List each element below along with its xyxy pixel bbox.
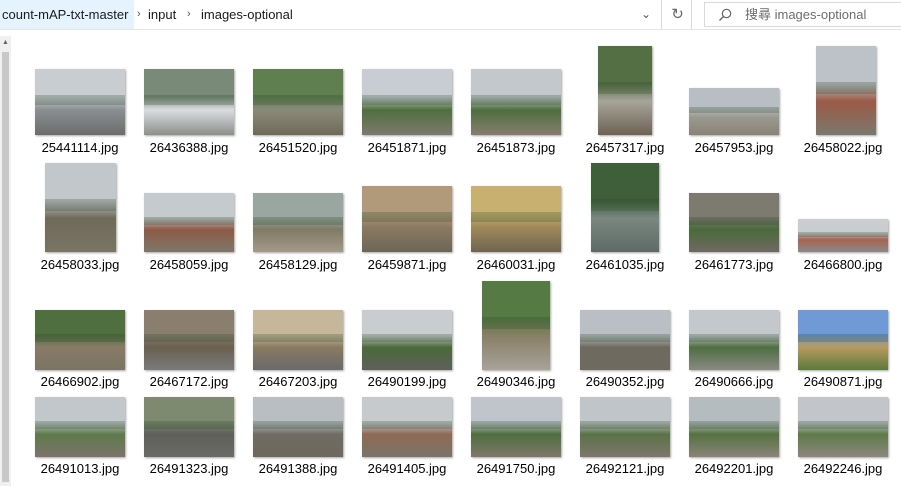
file-thumbnail[interactable] bbox=[580, 310, 670, 370]
file-thumbnail[interactable] bbox=[253, 310, 343, 370]
file-name[interactable]: 26458033.jpg bbox=[26, 257, 134, 272]
breadcrumb-separator-icon[interactable]: › bbox=[137, 0, 141, 29]
file-thumbnail[interactable] bbox=[362, 310, 452, 370]
file-thumbnail[interactable] bbox=[471, 69, 561, 135]
file-name[interactable]: 26467203.jpg bbox=[244, 374, 352, 389]
file-name[interactable]: 26491750.jpg bbox=[462, 461, 570, 476]
file-name[interactable]: 26461773.jpg bbox=[680, 257, 788, 272]
breadcrumb-separator-icon[interactable]: › bbox=[187, 0, 191, 29]
search-icon bbox=[719, 8, 732, 21]
file-thumbnail[interactable] bbox=[35, 397, 125, 457]
file-name[interactable]: 26460031.jpg bbox=[462, 257, 570, 272]
file-name[interactable]: 26492121.jpg bbox=[571, 461, 679, 476]
file-name[interactable]: 26436388.jpg bbox=[135, 140, 243, 155]
file-name[interactable]: 26491323.jpg bbox=[135, 461, 243, 476]
file-thumbnail[interactable] bbox=[689, 193, 779, 252]
file-thumbnail[interactable] bbox=[482, 281, 550, 370]
file-thumbnail[interactable] bbox=[362, 186, 452, 252]
breadcrumb-item-input[interactable]: input bbox=[148, 0, 176, 29]
file-name[interactable]: 26490352.jpg bbox=[571, 374, 679, 389]
file-thumbnail[interactable] bbox=[798, 219, 888, 252]
file-name[interactable]: 26490666.jpg bbox=[680, 374, 788, 389]
file-thumbnail[interactable] bbox=[471, 397, 561, 457]
file-name[interactable]: 26466902.jpg bbox=[26, 374, 134, 389]
file-thumbnail[interactable] bbox=[144, 69, 234, 135]
file-name[interactable]: 26457953.jpg bbox=[680, 140, 788, 155]
file-name[interactable]: 26492246.jpg bbox=[789, 461, 897, 476]
vertical-scrollbar[interactable]: ▲ bbox=[0, 36, 11, 486]
file-name[interactable]: 26490871.jpg bbox=[789, 374, 897, 389]
breadcrumb-item-count-mAP-txt-master[interactable]: count-mAP-txt-master bbox=[0, 0, 135, 29]
file-thumbnail[interactable] bbox=[816, 46, 876, 135]
breadcrumb[interactable]: count-mAP-txt-master › input › images-op… bbox=[0, 0, 662, 29]
file-thumbnail[interactable] bbox=[580, 397, 670, 457]
address-bar: count-mAP-txt-master › input › images-op… bbox=[0, 0, 901, 30]
file-thumbnail[interactable] bbox=[253, 193, 343, 252]
file-thumbnail[interactable] bbox=[144, 397, 234, 457]
file-thumbnail[interactable] bbox=[591, 163, 659, 252]
file-thumbnail[interactable] bbox=[689, 397, 779, 457]
file-thumbnail[interactable] bbox=[798, 310, 888, 370]
file-name[interactable]: 26492201.jpg bbox=[680, 461, 788, 476]
file-name[interactable]: 26466800.jpg bbox=[789, 257, 897, 272]
file-thumbnail[interactable] bbox=[144, 310, 234, 370]
file-name[interactable]: 26451520.jpg bbox=[244, 140, 352, 155]
file-thumbnail[interactable] bbox=[689, 310, 779, 370]
file-thumbnail[interactable] bbox=[689, 88, 779, 135]
file-thumbnail[interactable] bbox=[362, 69, 452, 135]
file-thumbnail[interactable] bbox=[144, 193, 234, 252]
breadcrumb-item-images-optional[interactable]: images-optional bbox=[201, 0, 293, 29]
scroll-up-arrow-icon[interactable]: ▲ bbox=[0, 36, 11, 50]
file-thumbnail[interactable] bbox=[35, 310, 125, 370]
file-name[interactable]: 26461035.jpg bbox=[571, 257, 679, 272]
file-thumbnail[interactable] bbox=[798, 397, 888, 457]
file-name[interactable]: 26451873.jpg bbox=[462, 140, 570, 155]
file-name[interactable]: 26458129.jpg bbox=[244, 257, 352, 272]
file-name[interactable]: 26459871.jpg bbox=[353, 257, 461, 272]
file-name[interactable]: 26457317.jpg bbox=[571, 140, 679, 155]
file-thumbnail[interactable] bbox=[35, 69, 125, 135]
file-thumbnail[interactable] bbox=[471, 186, 561, 252]
address-history-dropdown-icon[interactable]: ⌄ bbox=[634, 0, 658, 29]
file-thumbnail[interactable] bbox=[598, 46, 652, 135]
file-name[interactable]: 26491013.jpg bbox=[26, 461, 134, 476]
file-thumbnail[interactable] bbox=[253, 69, 343, 135]
file-name[interactable]: 26490199.jpg bbox=[353, 374, 461, 389]
search-box[interactable] bbox=[704, 2, 901, 27]
scrollbar-thumb[interactable] bbox=[2, 52, 9, 482]
file-name[interactable]: 26458059.jpg bbox=[135, 257, 243, 272]
file-name[interactable]: 26490346.jpg bbox=[462, 374, 570, 389]
file-thumbnail[interactable] bbox=[45, 163, 116, 252]
search-input[interactable] bbox=[745, 3, 895, 26]
file-name[interactable]: 26467172.jpg bbox=[135, 374, 243, 389]
file-name[interactable]: 26458022.jpg bbox=[789, 140, 897, 155]
file-name[interactable]: 25441114.jpg bbox=[26, 140, 134, 155]
file-name[interactable]: 26491405.jpg bbox=[353, 461, 461, 476]
file-name[interactable]: 26491388.jpg bbox=[244, 461, 352, 476]
file-thumbnail[interactable] bbox=[253, 397, 343, 457]
file-name[interactable]: 26451871.jpg bbox=[353, 140, 461, 155]
file-thumbnail[interactable] bbox=[362, 397, 452, 457]
refresh-icon[interactable]: ↻ bbox=[664, 0, 692, 29]
